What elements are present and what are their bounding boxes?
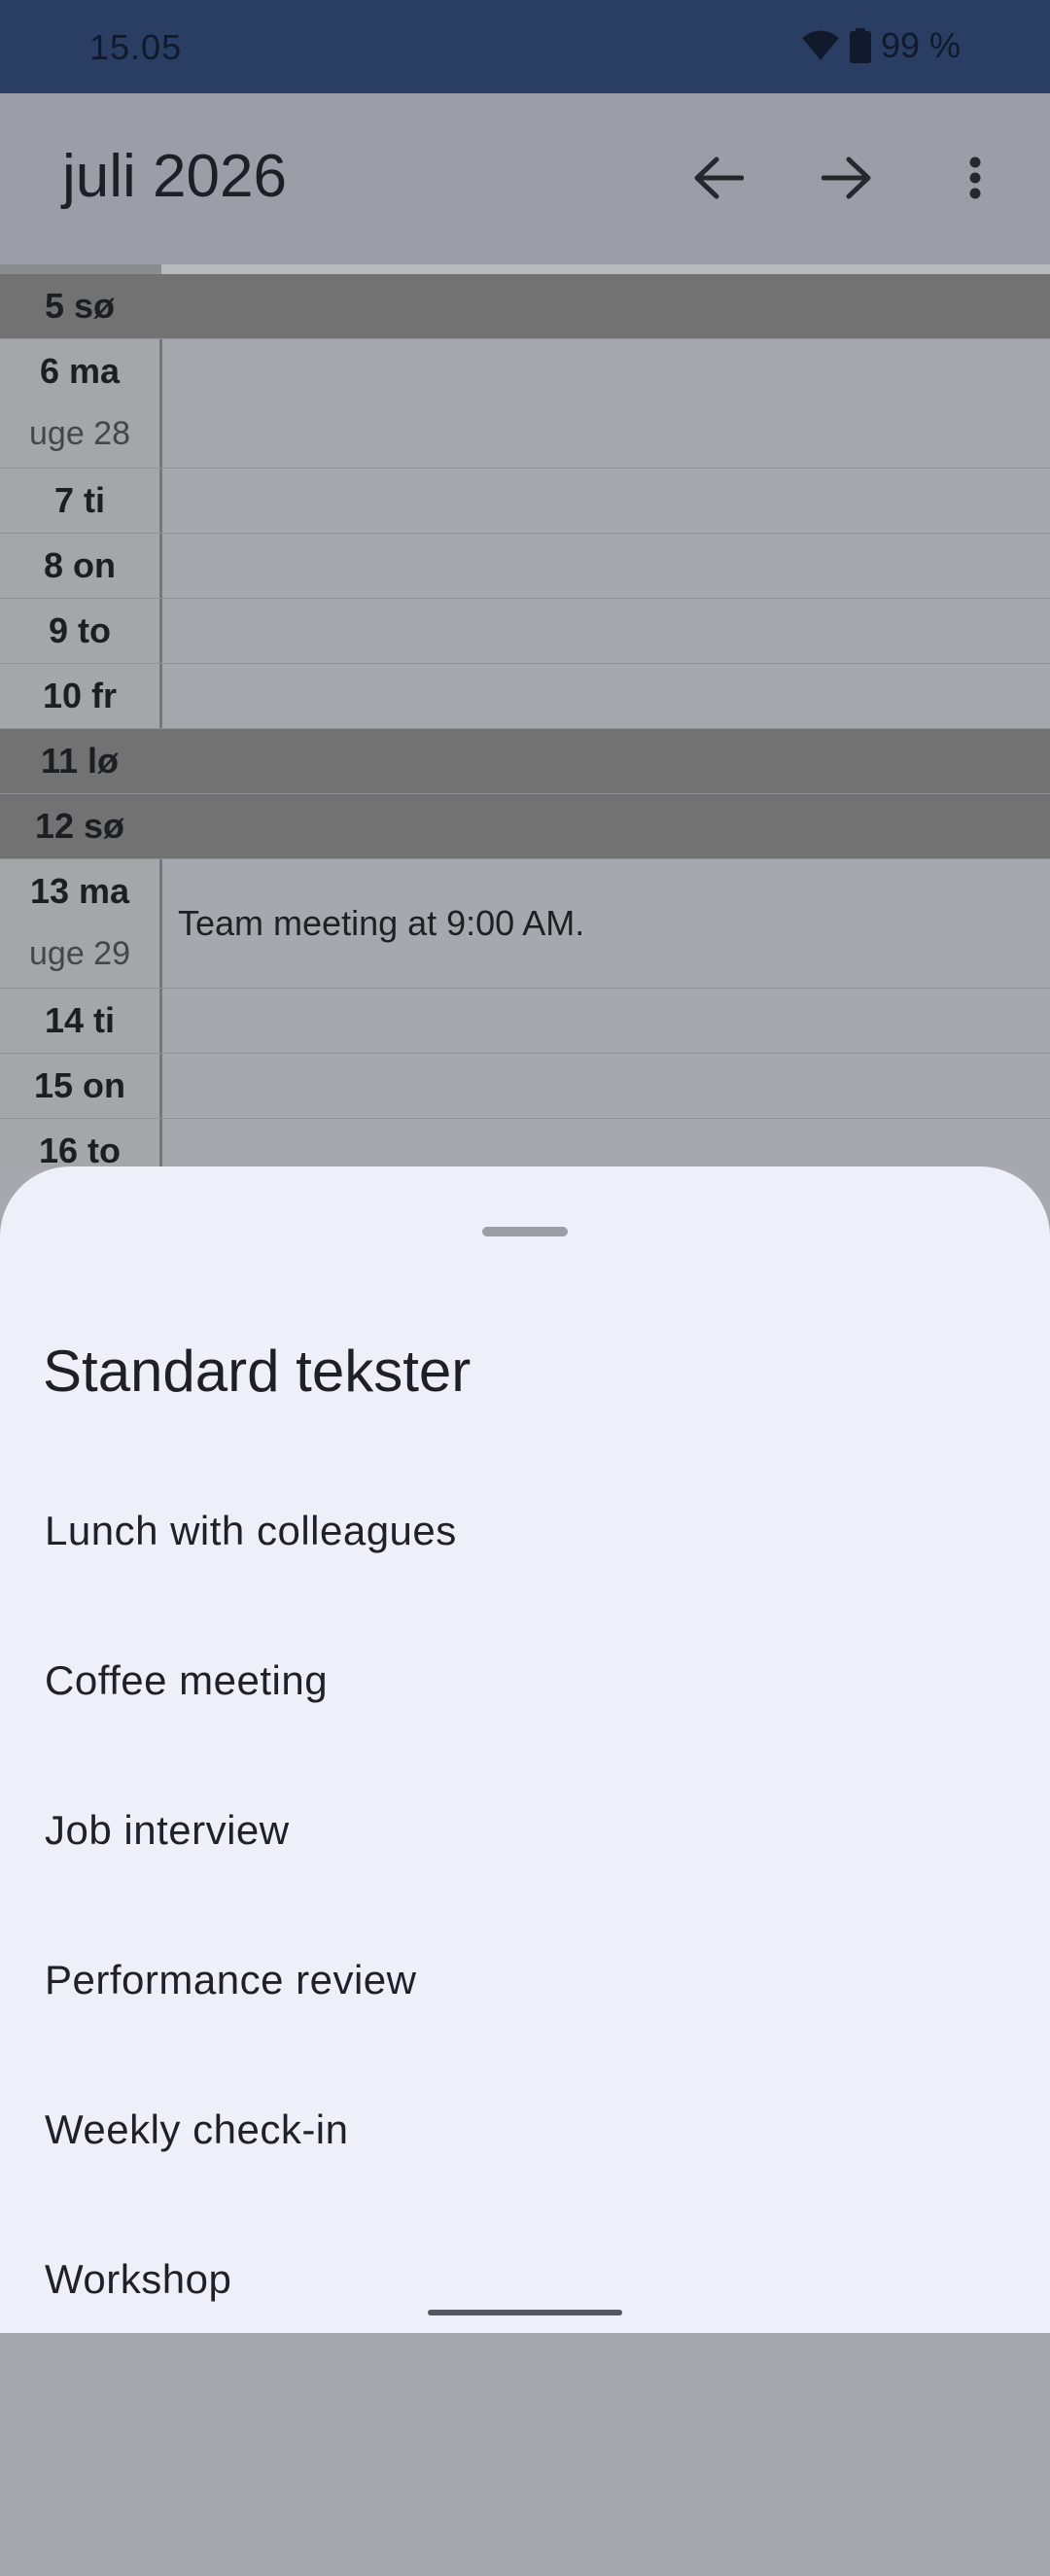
day-name: 12 sø [34, 806, 125, 846]
day-events[interactable] [162, 664, 1050, 728]
calendar-day-row[interactable]: 14 ti [0, 989, 1050, 1054]
day-label: 16 to [0, 1119, 162, 1168]
day-label: 14 ti [0, 989, 162, 1053]
battery-icon [849, 28, 871, 63]
standard-text-item[interactable]: Weekly check-in [0, 2057, 1050, 2203]
standard-text-label: Coffee meeting [45, 1657, 329, 1703]
calendar-day-row[interactable]: 12 sø [0, 794, 1050, 859]
day-label: 13 ma uge 29 [0, 859, 162, 988]
wifi-icon [801, 29, 840, 62]
day-label: 5 sø [0, 274, 162, 338]
calendar-list[interactable]: 5 sø 6 ma uge 28 7 ti 8 on 9 to 10 fr 11 lø 12 s… [0, 264, 1050, 1168]
day-name: 11 lø [40, 741, 120, 781]
day-events[interactable] [162, 339, 1050, 468]
week-number: uge 29 [29, 935, 130, 972]
day-events[interactable] [162, 599, 1050, 663]
day-name: 15 on [33, 1065, 126, 1105]
calendar-day-row[interactable]: 7 ti [0, 469, 1050, 534]
standard-text-label: Job interview [45, 1807, 290, 1853]
standard-text-item[interactable]: Job interview [0, 1758, 1050, 1903]
calendar-day-row[interactable]: 5 sø [0, 274, 1050, 339]
day-events[interactable] [162, 1119, 1050, 1168]
standard-texts-sheet: Standard tekster Lunch with colleagues Co… [0, 1166, 1050, 2333]
status-time: 15.05 [89, 27, 183, 67]
more-options-button[interactable] [941, 146, 1009, 214]
more-vert-icon [968, 157, 982, 204]
battery-percent: 99 % [880, 25, 961, 65]
day-name: 9 to [48, 610, 111, 650]
day-events[interactable] [162, 1054, 1050, 1118]
calendar-day-row[interactable]: 13 ma uge 29 Team meeting at 9:00 AM. [0, 859, 1050, 989]
day-events[interactable] [162, 274, 1050, 338]
app-bar: juli 2026 [0, 93, 1050, 264]
day-name: 7 ti [53, 480, 105, 520]
day-name: 14 ti [44, 1000, 116, 1040]
calendar-day-row[interactable]: 6 ma uge 28 [0, 339, 1050, 469]
calendar-day-row[interactable]: 16 to [0, 1119, 1050, 1168]
gesture-nav-handle[interactable] [428, 2310, 622, 2315]
standard-text-item[interactable]: Lunch with colleagues [0, 1458, 1050, 1604]
calendar-day-row[interactable]: 8 on [0, 534, 1050, 599]
calendar-day-row[interactable]: 15 on [0, 1054, 1050, 1119]
day-events[interactable] [162, 729, 1050, 793]
day-label: 10 fr [0, 664, 162, 728]
day-name: 6 ma [39, 351, 121, 391]
day-events[interactable] [162, 534, 1050, 598]
day-label: 15 on [0, 1054, 162, 1118]
status-icons: 99 % [801, 25, 961, 66]
day-label: 8 on [0, 534, 162, 598]
day-events[interactable] [162, 469, 1050, 533]
day-label: 6 ma uge 28 [0, 339, 162, 468]
calendar-day-row[interactable]: 11 lø [0, 729, 1050, 794]
standard-text-item[interactable]: Workshop [0, 2207, 1050, 2352]
day-label: 9 to [0, 599, 162, 663]
event-text: Team meeting at 9:00 AM. [178, 903, 585, 943]
next-month-button[interactable] [813, 146, 881, 214]
drag-handle[interactable] [482, 1227, 568, 1236]
day-name: 5 sø [44, 286, 116, 326]
day-events[interactable] [162, 989, 1050, 1053]
day-events[interactable] [162, 794, 1050, 858]
previous-month-button[interactable] [684, 146, 752, 214]
standard-text-label: Workshop [45, 2256, 232, 2302]
arrow-back-icon [693, 157, 745, 204]
day-name: 10 fr [42, 676, 118, 715]
calendar-day-row[interactable]: 9 to [0, 599, 1050, 664]
status-bar: 15.05 99 % [0, 0, 1050, 93]
day-events[interactable]: Team meeting at 9:00 AM. [162, 859, 1050, 988]
standard-text-label: Lunch with colleagues [45, 1508, 457, 1553]
divider [0, 264, 161, 274]
day-name: 13 ma [29, 871, 130, 911]
day-name: 16 to [38, 1131, 122, 1168]
day-name: 8 on [43, 545, 116, 585]
week-number: uge 28 [29, 415, 130, 452]
page-title: juli 2026 [62, 143, 287, 210]
day-label: 7 ti [0, 469, 162, 533]
standard-text-item[interactable]: Performance review [0, 1907, 1050, 2053]
day-label: 12 sø [0, 794, 162, 858]
standard-text-label: Weekly check-in [45, 2106, 349, 2152]
calendar-day-row[interactable]: 10 fr [0, 664, 1050, 729]
day-label: 11 lø [0, 729, 162, 793]
arrow-forward-icon [821, 157, 872, 204]
divider [161, 264, 1050, 274]
standard-text-label: Performance review [45, 1957, 417, 2002]
standard-text-item[interactable]: Coffee meeting [0, 1608, 1050, 1754]
